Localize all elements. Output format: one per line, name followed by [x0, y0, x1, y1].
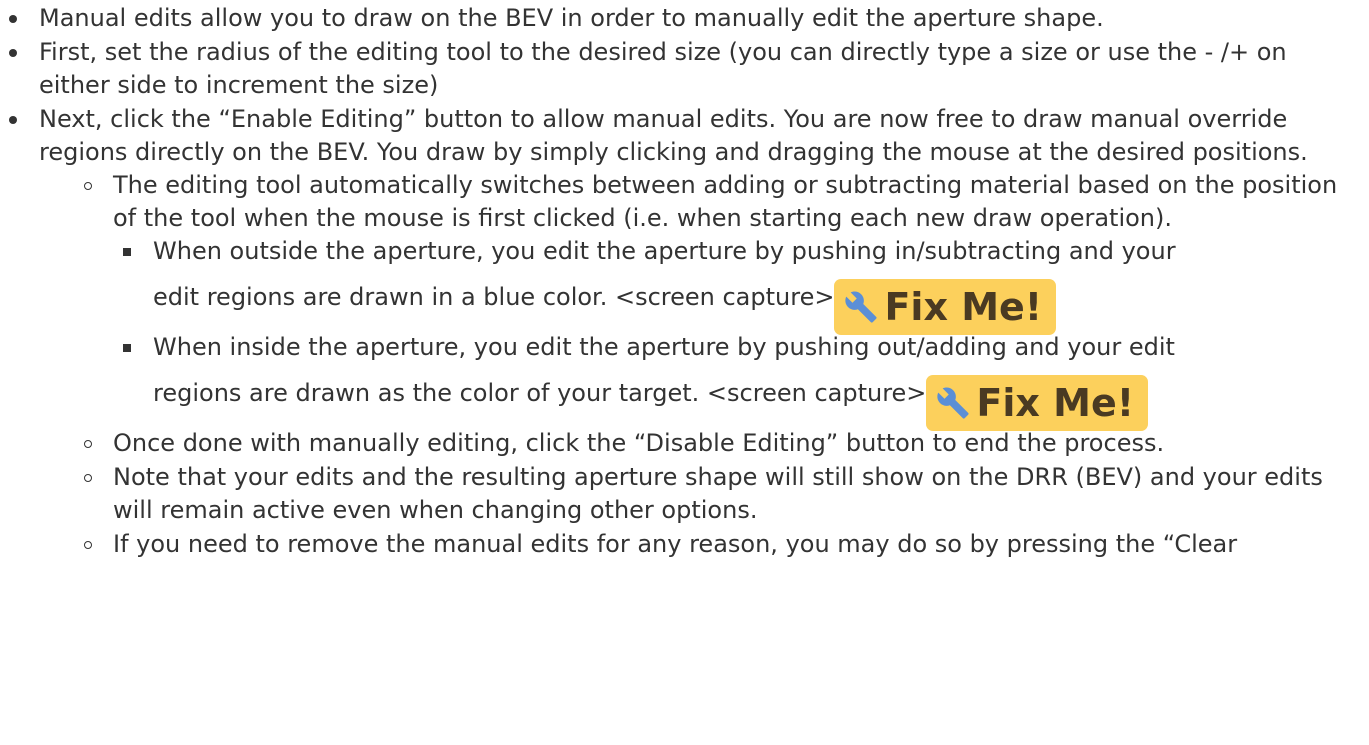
item-text: Manual edits allow you to draw on the BE… [39, 4, 1104, 32]
sub-item-text: Note that your edits and the resulting a… [113, 463, 1323, 524]
fixme-line: edit regions are drawn in a blue color. … [153, 264, 1363, 335]
sub-item-text: Once done with manually editing, click t… [113, 429, 1165, 457]
item-text: Next, click the “Enable Editing” button … [39, 105, 1308, 166]
fixme-label: Fix Me! [976, 381, 1135, 425]
fixme-badge: Fix Me! [926, 375, 1149, 431]
document-body: Manual edits allow you to draw on the BE… [0, 0, 1369, 745]
sub-sub-item-text: regions are drawn as the color of your t… [153, 379, 927, 407]
fixme-badge: Fix Me! [834, 279, 1057, 335]
list-item: Next, click the “Enable Editing” button … [0, 103, 1369, 561]
sub-sub-list: When outside the aperture, you edit the … [115, 235, 1363, 431]
sub-list-item: The editing tool automatically switches … [75, 169, 1363, 431]
sub-list-item: Once done with manually editing, click t… [75, 427, 1363, 460]
sub-item-text: If you need to remove the manual edits f… [113, 530, 1238, 558]
sub-item-text: The editing tool automatically switches … [113, 171, 1338, 232]
sub-list-item: If you need to remove the manual edits f… [75, 528, 1363, 561]
list-item: First, set the radius of the editing too… [0, 36, 1369, 102]
item-text: First, set the radius of the editing too… [39, 38, 1287, 99]
fixme-label: Fix Me! [884, 285, 1043, 329]
fixme-line: regions are drawn as the color of your t… [153, 360, 1363, 431]
sub-sub-item-text: When outside the aperture, you edit the … [153, 237, 1176, 265]
wrench-icon [845, 291, 878, 323]
sub-sub-list-item: When outside the aperture, you edit the … [115, 235, 1363, 335]
sub-sub-item-text: edit regions are drawn in a blue color. … [153, 283, 835, 311]
instruction-list: Manual edits allow you to draw on the BE… [0, 2, 1369, 561]
sub-list-item: Note that your edits and the resulting a… [75, 461, 1363, 527]
sub-sub-item-text: When inside the aperture, you edit the a… [153, 333, 1175, 361]
list-item: Manual edits allow you to draw on the BE… [0, 2, 1369, 35]
sub-sub-list-item: When inside the aperture, you edit the a… [115, 331, 1363, 431]
wrench-icon [937, 387, 969, 419]
sub-list: The editing tool automatically switches … [75, 169, 1363, 561]
